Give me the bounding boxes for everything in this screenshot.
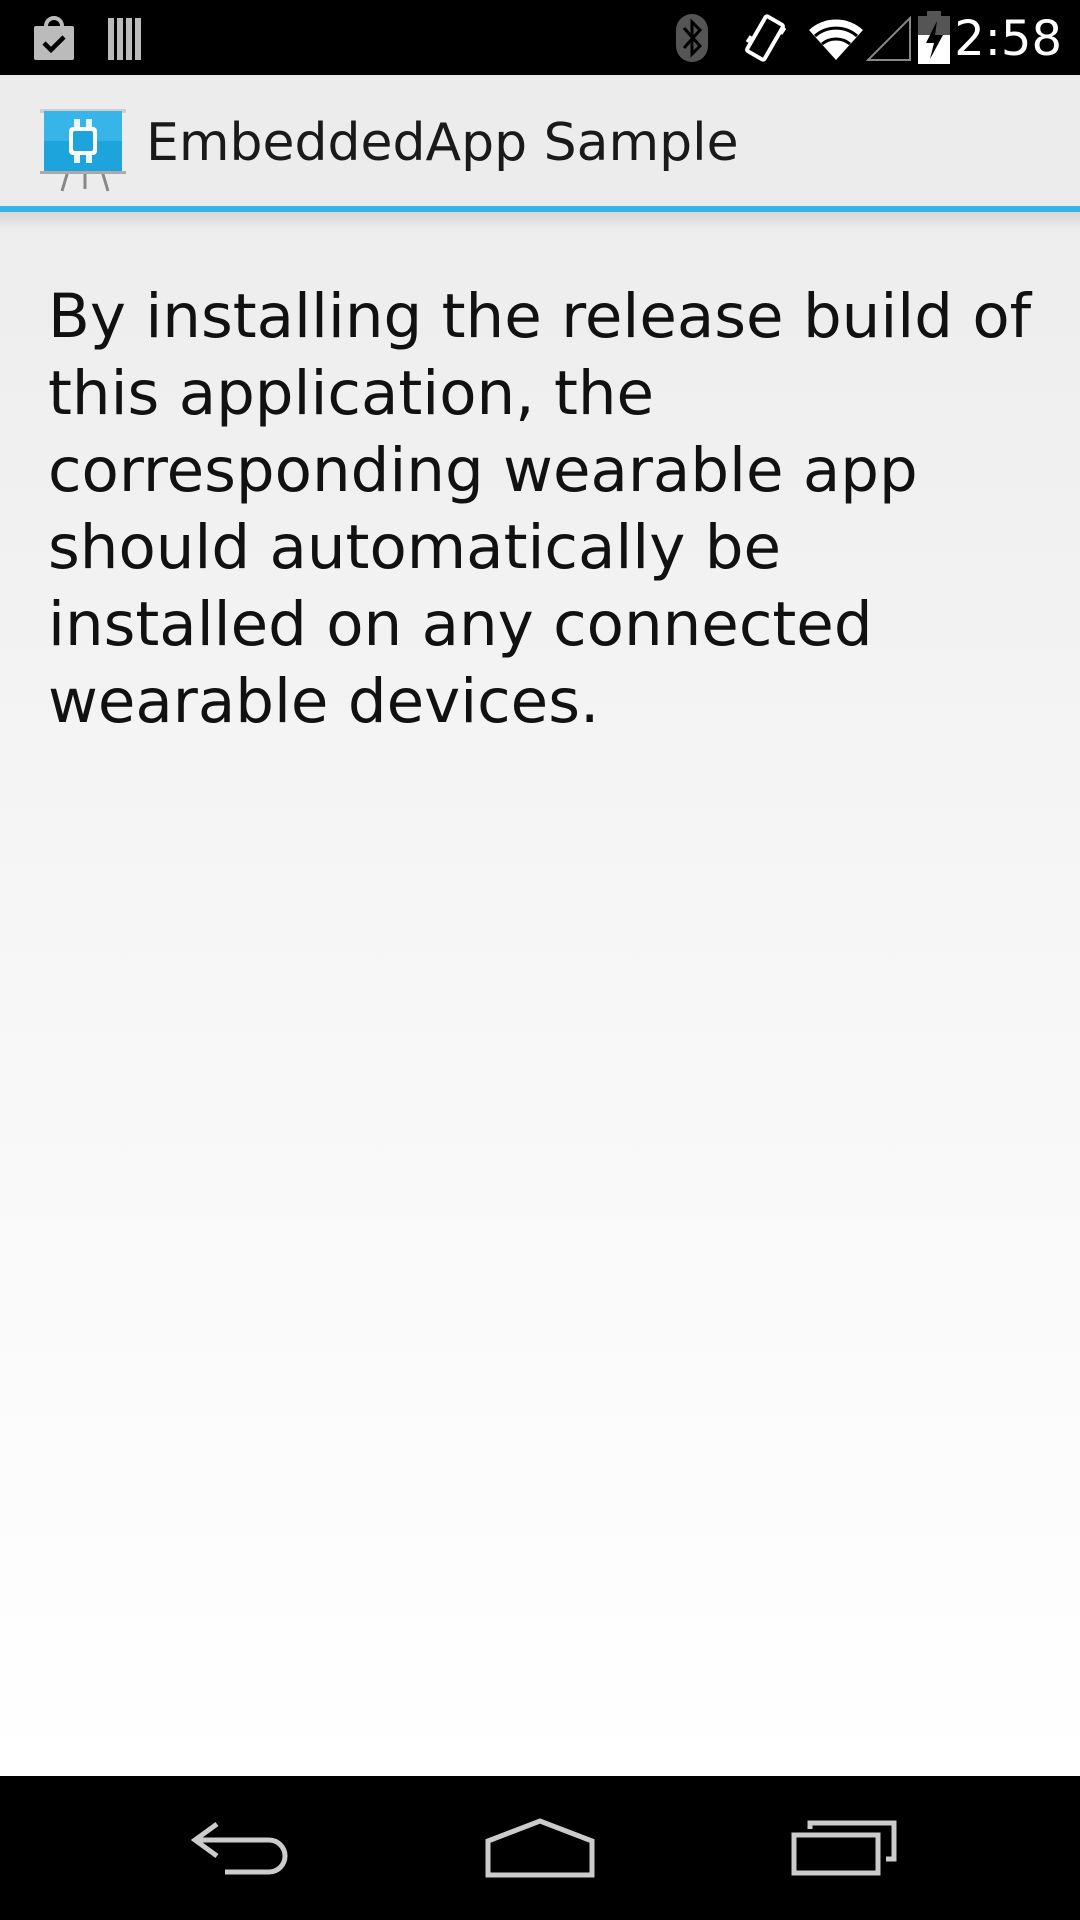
instruction-text: By installing the release build of this … bbox=[48, 281, 1032, 737]
bluetooth-icon bbox=[672, 0, 712, 75]
app-title: EmbeddedApp Sample bbox=[146, 113, 739, 173]
vibrate-icon bbox=[740, 0, 790, 75]
recent-apps-icon[interactable] bbox=[754, 1776, 934, 1920]
signal-icon bbox=[864, 0, 914, 75]
shopping-bag-check-icon bbox=[28, 0, 80, 75]
action-bar: EmbeddedApp Sample bbox=[0, 75, 1080, 212]
status-bar-clock: 2:58 bbox=[954, 11, 1062, 67]
battery-charging-icon bbox=[916, 0, 952, 75]
sd-card-icon bbox=[104, 0, 148, 75]
action-bar-shadow bbox=[0, 212, 1080, 230]
status-bar: 2:58 bbox=[0, 0, 1080, 75]
back-icon[interactable] bbox=[150, 1776, 330, 1920]
smartwatch-presentation-icon[interactable] bbox=[40, 105, 130, 195]
navigation-bar bbox=[0, 1776, 1080, 1920]
wifi-icon bbox=[806, 0, 866, 75]
home-icon[interactable] bbox=[450, 1776, 630, 1920]
main-content: By installing the release build of this … bbox=[0, 212, 1080, 1776]
